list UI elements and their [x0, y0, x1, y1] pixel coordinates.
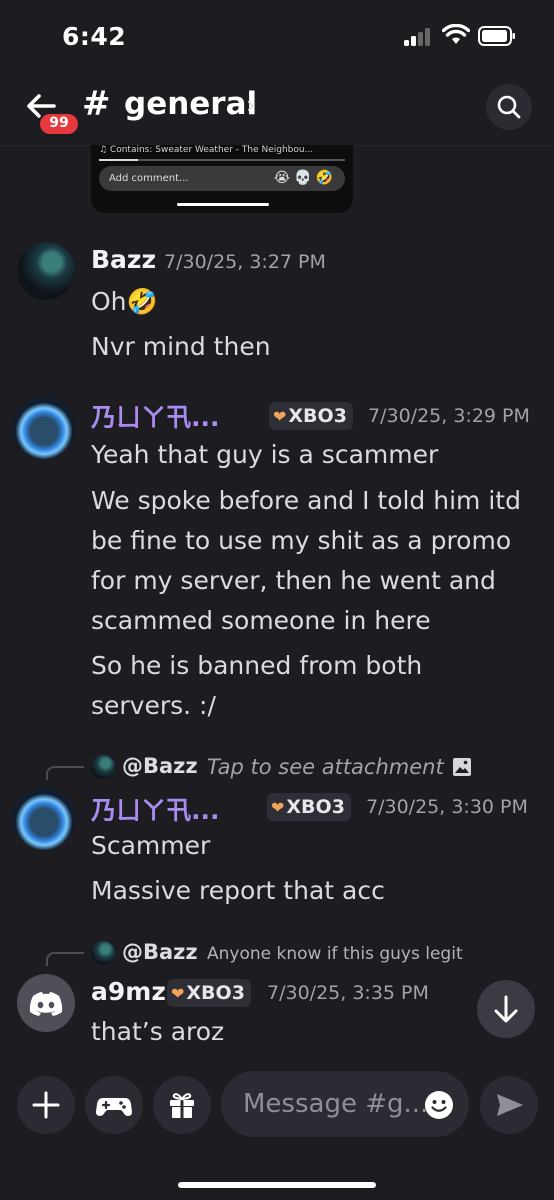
search-button[interactable]: [486, 84, 532, 130]
message-author[interactable]: 乃ㄩㄚ卂...: [91, 398, 220, 434]
send-icon: [497, 1094, 523, 1116]
message-timestamp: 7/30/25, 3:27 PM: [164, 251, 326, 273]
previous-attachment[interactable]: ♫ Contains: Sweater Weather - The Neighb…: [91, 145, 353, 213]
attachment-caption: ♫ Contains: Sweater Weather - The Neighb…: [99, 145, 314, 155]
discord-logo-icon: [29, 992, 63, 1016]
reply-avatar: [91, 941, 115, 965]
heart-icon: ❤: [271, 798, 285, 817]
hash-icon: #: [82, 84, 111, 124]
server-tag-label: XBO3: [288, 405, 347, 427]
message-text: servers. :/: [91, 691, 216, 720]
message-text: that’s aroz: [91, 1017, 225, 1046]
attachment-home-indicator: [177, 203, 269, 206]
scroll-to-bottom-button[interactable]: [477, 980, 535, 1038]
message-text: So he is banned from both: [91, 651, 423, 680]
attachment-comment-field: Add comment... 😭💀🤣: [99, 166, 345, 191]
gift-icon: [170, 1093, 194, 1118]
message-author[interactable]: a9mz: [91, 977, 166, 1006]
message-text: Scammer: [91, 831, 211, 860]
cellular-signal-icon: [404, 28, 434, 46]
status-time: 6:42: [62, 22, 127, 51]
avatar[interactable]: [17, 974, 75, 1032]
message-text: Massive report that acc: [91, 876, 385, 905]
server-tag-label: XBO3: [286, 796, 345, 818]
message-author[interactable]: Bazz: [91, 245, 156, 274]
attachment-progress-fill: [99, 159, 139, 161]
message-text: scammed someone in here: [91, 606, 431, 635]
channel-name[interactable]: general: [124, 86, 257, 122]
home-indicator: [178, 1182, 376, 1188]
message-author[interactable]: 乃ㄩㄚ卂...: [91, 791, 220, 827]
message-timestamp: 7/30/25, 3:35 PM: [267, 982, 429, 1004]
reply-preview-text[interactable]: Anyone know if this guys legit: [207, 944, 463, 964]
message-text: be fine to use my shit as a promo: [91, 526, 512, 555]
arrow-down-icon: [494, 995, 518, 1023]
reply-avatar: [91, 755, 115, 779]
heart-icon: ❤: [171, 984, 185, 1003]
gift-button[interactable]: [153, 1076, 211, 1134]
reply-preview-text[interactable]: Tap to see attachment: [207, 755, 444, 779]
message-timestamp: 7/30/25, 3:29 PM: [368, 405, 530, 427]
reply-username[interactable]: @Bazz: [122, 754, 198, 778]
send-button[interactable]: [480, 1076, 538, 1134]
unread-badge: 99: [38, 112, 80, 136]
battery-icon: [478, 26, 515, 46]
message-timestamp: 7/30/25, 3:30 PM: [366, 796, 528, 818]
message-text: Nvr mind then: [91, 332, 271, 361]
message-text: for my server, then he went and: [91, 566, 496, 595]
reply-username[interactable]: @Bazz: [122, 940, 198, 964]
heart-icon: ❤: [273, 407, 287, 426]
activities-button[interactable]: [85, 1076, 143, 1134]
chevron-right-icon[interactable]: ›: [246, 91, 256, 119]
attachment-comment-placeholder: Add comment...: [109, 173, 189, 184]
attachment-emojis: 😭💀🤣: [273, 170, 337, 186]
message-text: Oh🤣: [91, 287, 158, 316]
server-tag[interactable]: ❤ XBO3: [167, 979, 251, 1007]
add-attachment-button[interactable]: [17, 1076, 75, 1134]
server-tag[interactable]: ❤ XBO3: [267, 793, 351, 821]
search-icon: [497, 95, 521, 119]
server-tag-label: XBO3: [186, 982, 245, 1004]
avatar[interactable]: [17, 242, 75, 300]
message-text: We spoke before and I told him itd: [91, 486, 521, 515]
plus-icon: [32, 1091, 60, 1119]
message-text: Yeah that guy is a scammer: [91, 440, 439, 469]
image-icon: [453, 758, 471, 776]
avatar[interactable]: [13, 788, 75, 850]
avatar[interactable]: [13, 397, 75, 459]
emoji-icon[interactable]: [423, 1089, 455, 1121]
reply-connector: [46, 952, 84, 966]
wifi-icon: [442, 24, 470, 44]
server-tag[interactable]: ❤ XBO3: [269, 402, 353, 430]
gamepad-icon: [96, 1098, 132, 1116]
reply-connector: [46, 766, 84, 780]
attachment-progress: [99, 159, 345, 161]
